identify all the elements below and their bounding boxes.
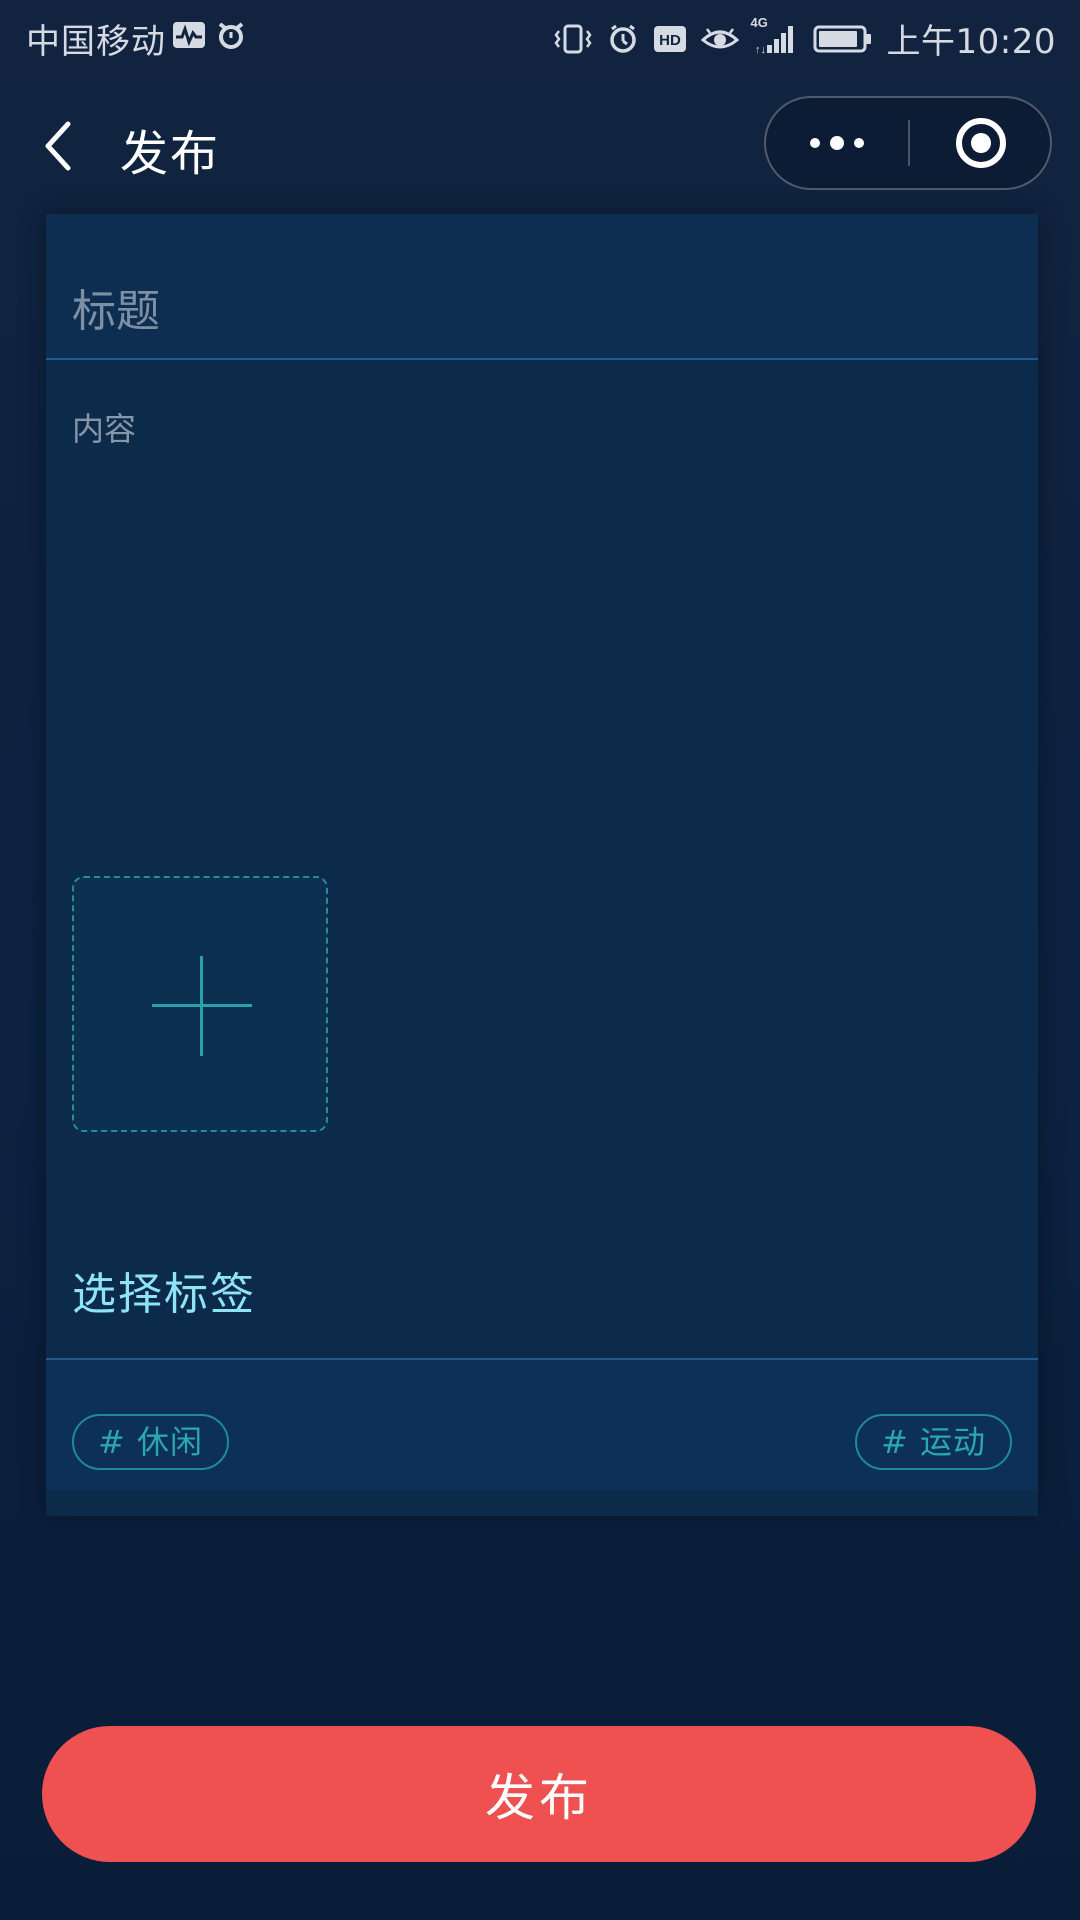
status-bar: 中国移动 HD 4G ↑↓ 上午10:20 — [0, 0, 1080, 76]
alarm-clock-icon — [216, 20, 246, 50]
svg-text:HD: HD — [659, 32, 681, 49]
battery-icon — [813, 24, 873, 54]
mini-program-capsule — [764, 96, 1052, 190]
network-type-label: 4G — [750, 14, 768, 30]
content-textarea[interactable] — [46, 378, 1038, 858]
chevron-left-icon — [45, 121, 71, 171]
vibrate-icon — [553, 23, 593, 55]
signal-icon: 4G ↑↓ — [751, 15, 799, 55]
image-upload-button[interactable] — [72, 876, 328, 1132]
page-title: 发布 — [120, 126, 221, 182]
status-right-icons: HD 4G ↑↓ 上午10:20 — [553, 14, 1056, 63]
hd-icon: HD — [653, 25, 687, 53]
target-circle-icon — [956, 118, 1006, 168]
back-button[interactable] — [38, 116, 78, 176]
more-button[interactable] — [766, 98, 908, 188]
tag-sports[interactable]: # 运动 — [855, 1414, 1012, 1470]
svg-text:↑↓: ↑↓ — [755, 44, 766, 55]
post-form-card: 选择标签 # 休闲 # 运动 — [46, 214, 1038, 1516]
tags-list: # 休闲 # 运动 — [46, 1360, 1038, 1490]
more-dots-icon — [810, 136, 864, 150]
publish-button[interactable]: 发布 — [42, 1726, 1036, 1862]
carrier-label: 中国移动 — [26, 22, 166, 62]
tag-leisure[interactable]: # 休闲 — [72, 1414, 229, 1470]
close-miniprogram-button[interactable] — [910, 98, 1052, 188]
status-left-icons — [172, 20, 246, 50]
status-time: 上午10:20 — [886, 22, 1056, 62]
title-input[interactable] — [46, 214, 1038, 360]
eye-icon — [700, 24, 739, 54]
tags-heading: 选择标签 — [72, 1269, 256, 1320]
activity-icon — [172, 21, 206, 49]
clock-icon — [607, 23, 639, 55]
plus-icon — [152, 956, 252, 1056]
